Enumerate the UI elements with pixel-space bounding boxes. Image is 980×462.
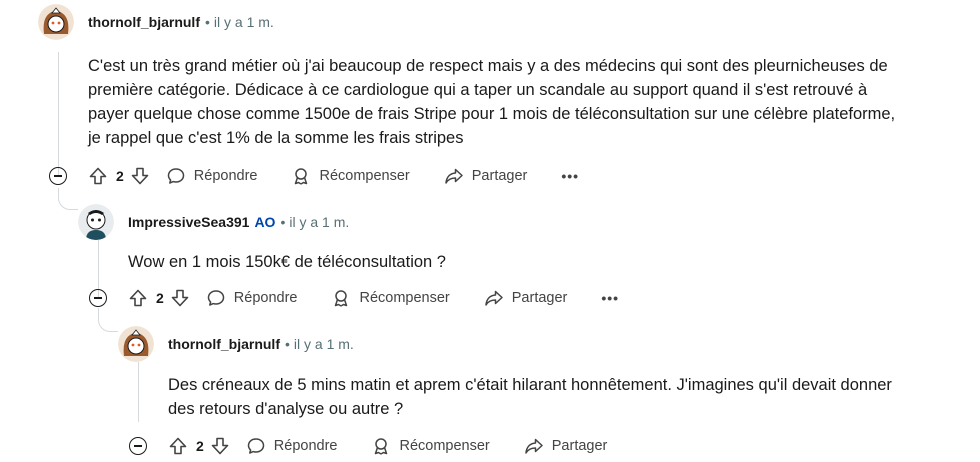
reply-icon (246, 436, 266, 456)
comment-header: thornolf_bjarnulf • il y a 1 m. (168, 332, 354, 356)
username[interactable]: thornolf_bjarnulf (168, 336, 280, 352)
share-label: Partager (471, 168, 528, 184)
comment-line: des retours d'analyse ou autre ? (168, 400, 404, 418)
comment-line: C'est un très grand métier où j'ai beauc… (88, 57, 888, 75)
collapse-icon[interactable] (49, 167, 67, 185)
avatar[interactable] (118, 326, 154, 362)
vote-group: 2 (168, 436, 230, 456)
vote-count: 2 (196, 438, 204, 454)
award-icon (371, 436, 391, 456)
more-icon[interactable]: ••• (601, 290, 619, 306)
award-icon (291, 166, 311, 186)
comment-actions: 2 Répondre Récompenser Partager ••• (128, 282, 619, 314)
avatar[interactable] (38, 4, 74, 40)
reply-icon (206, 288, 226, 308)
downvote-icon[interactable] (170, 288, 190, 308)
comment-body: Des créneaux de 5 mins matin et aprem c'… (168, 373, 892, 421)
share-button[interactable]: Partager (524, 436, 608, 456)
more-label: ••• (601, 290, 620, 306)
thread-connector (58, 188, 78, 210)
award-label: Récompenser (399, 438, 490, 454)
upvote-icon[interactable] (128, 288, 148, 308)
award-button[interactable]: Récompenser (331, 288, 450, 308)
more-icon[interactable]: ••• (561, 168, 579, 184)
comment-line: première catégorie. Dédicace à ce cardio… (88, 81, 868, 99)
reply-icon (166, 166, 186, 186)
comment-actions: 2 Répondre Récompenser Partager ••• (88, 160, 579, 192)
share-label: Partager (551, 438, 608, 454)
upvote-icon[interactable] (168, 436, 188, 456)
share-icon (524, 436, 544, 456)
vote-group: 2 (128, 288, 190, 308)
separator: • (280, 214, 286, 230)
comment-line: payer quelque chose comme 1500e de frais… (88, 105, 896, 123)
separator: • (285, 336, 290, 352)
thread-line (138, 362, 139, 422)
reply-label: Répondre (273, 438, 338, 454)
comment-line: je rappel que c'est 1% de la somme les f… (88, 129, 464, 147)
comment-actions: 2 Répondre Récompenser Partager (168, 430, 607, 462)
username[interactable]: thornolf_bjarnulf (88, 14, 200, 30)
comment-header: ImpressiveSea391 AO • il y a 1 m. (128, 210, 349, 234)
more-label: ••• (561, 168, 580, 184)
award-button[interactable]: Récompenser (291, 166, 410, 186)
downvote-icon[interactable] (130, 166, 150, 186)
op-badge: AO (254, 214, 276, 230)
vote-count: 2 (156, 290, 164, 306)
reply-label: Répondre (233, 290, 298, 306)
reply-button[interactable]: Répondre (206, 288, 298, 308)
timestamp[interactable]: il y a 1 m. (289, 214, 349, 230)
share-button[interactable]: Partager (444, 166, 528, 186)
share-icon (484, 288, 504, 308)
award-icon (331, 288, 351, 308)
username[interactable]: ImpressiveSea391 (128, 214, 249, 230)
comment-line: Des créneaux de 5 mins matin et aprem c'… (168, 376, 892, 394)
vote-group: 2 (88, 166, 150, 186)
share-button[interactable]: Partager (484, 288, 568, 308)
collapse-icon[interactable] (129, 437, 147, 455)
reply-button[interactable]: Répondre (166, 166, 258, 186)
thread-connector (98, 308, 118, 332)
avatar[interactable] (78, 204, 114, 240)
comment-body: C'est un très grand métier où j'ai beauc… (88, 54, 895, 150)
reply-label: Répondre (193, 168, 258, 184)
reply-button[interactable]: Répondre (246, 436, 338, 456)
vote-count: 2 (116, 168, 124, 184)
comment-body: Wow en 1 mois 150k€ de téléconsultation … (128, 250, 446, 274)
award-label: Récompenser (359, 290, 450, 306)
award-button[interactable]: Récompenser (371, 436, 490, 456)
comment-header: thornolf_bjarnulf • il y a 1 m. (88, 10, 274, 34)
award-label: Récompenser (319, 168, 410, 184)
timestamp[interactable]: il y a 1 m. (214, 14, 274, 30)
downvote-icon[interactable] (210, 436, 230, 456)
separator: • (205, 14, 210, 30)
timestamp[interactable]: il y a 1 m. (294, 336, 354, 352)
comment-line: Wow en 1 mois 150k€ de téléconsultation … (128, 253, 446, 271)
collapse-icon[interactable] (89, 289, 107, 307)
upvote-icon[interactable] (88, 166, 108, 186)
share-icon (444, 166, 464, 186)
share-label: Partager (511, 290, 568, 306)
thread-line (58, 52, 59, 176)
